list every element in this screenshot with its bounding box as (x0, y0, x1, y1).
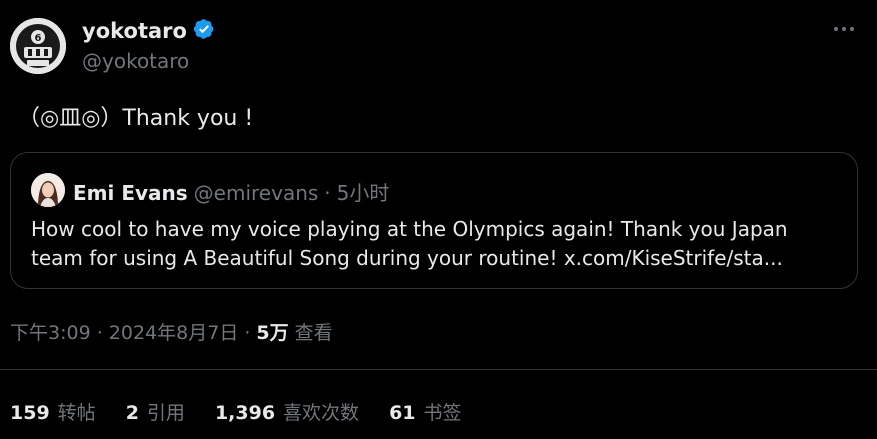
tweet-timestamp[interactable]: 下午3:09 · 2024年8月7日 (10, 318, 238, 345)
quotes-count: 2 (125, 402, 139, 424)
retweets-stat[interactable]: 159 转帖 (10, 398, 96, 425)
likes-label: 喜欢次数 (283, 402, 360, 424)
tweet-text: （◎皿◎）Thank you ! (18, 106, 254, 131)
retweets-count: 159 (10, 402, 50, 424)
author-avatar[interactable]: 6 (10, 18, 66, 74)
engagement-stats: 159 转帖 2 引用 1,396 喜欢次数 61 书签 (10, 398, 462, 425)
meta-separator: · (244, 322, 251, 344)
bookmarks-stat[interactable]: 61 书签 (389, 398, 461, 425)
views-count: 5万 (256, 322, 289, 344)
more-dot (850, 27, 854, 31)
bookmarks-label: 书签 (423, 402, 462, 424)
quoted-tweet-header: Emi Evans @emirevans · 5小时 (73, 177, 389, 206)
divider (0, 369, 877, 370)
retweets-label: 转帖 (57, 402, 96, 424)
likes-stat[interactable]: 1,396 喜欢次数 (215, 398, 359, 425)
quoted-author-name[interactable]: Emi Evans (73, 181, 188, 205)
quoted-tweet-card[interactable]: Emi Evans @emirevans · 5小时 How cool to h… (10, 152, 858, 289)
quoted-time[interactable]: 5小时 (337, 177, 390, 206)
author-display-name[interactable]: yokotaro (82, 19, 187, 43)
quoted-separator: · (324, 181, 331, 205)
views-label: 查看 (294, 322, 333, 344)
more-horizontal-icon (834, 27, 838, 31)
tweet-meta: 下午3:09 · 2024年8月7日 · 5万 查看 (10, 318, 333, 345)
quotes-stat[interactable]: 2 引用 (126, 398, 185, 425)
author-handle[interactable]: @yokotaro (82, 49, 189, 73)
quoted-author-handle[interactable]: @emirevans (194, 181, 319, 205)
more-options-button[interactable] (831, 20, 857, 38)
quoted-author-avatar[interactable] (31, 173, 65, 207)
bookmarks-count: 61 (389, 402, 416, 424)
author-name-row: yokotaro (82, 18, 215, 44)
quoted-tweet-text: How cool to have my voice playing at the… (31, 217, 788, 270)
verified-badge-icon (193, 18, 215, 44)
more-dot (842, 27, 846, 31)
svg-text:6: 6 (35, 33, 42, 44)
likes-count: 1,396 (214, 402, 276, 424)
quotes-label: 引用 (146, 402, 185, 424)
